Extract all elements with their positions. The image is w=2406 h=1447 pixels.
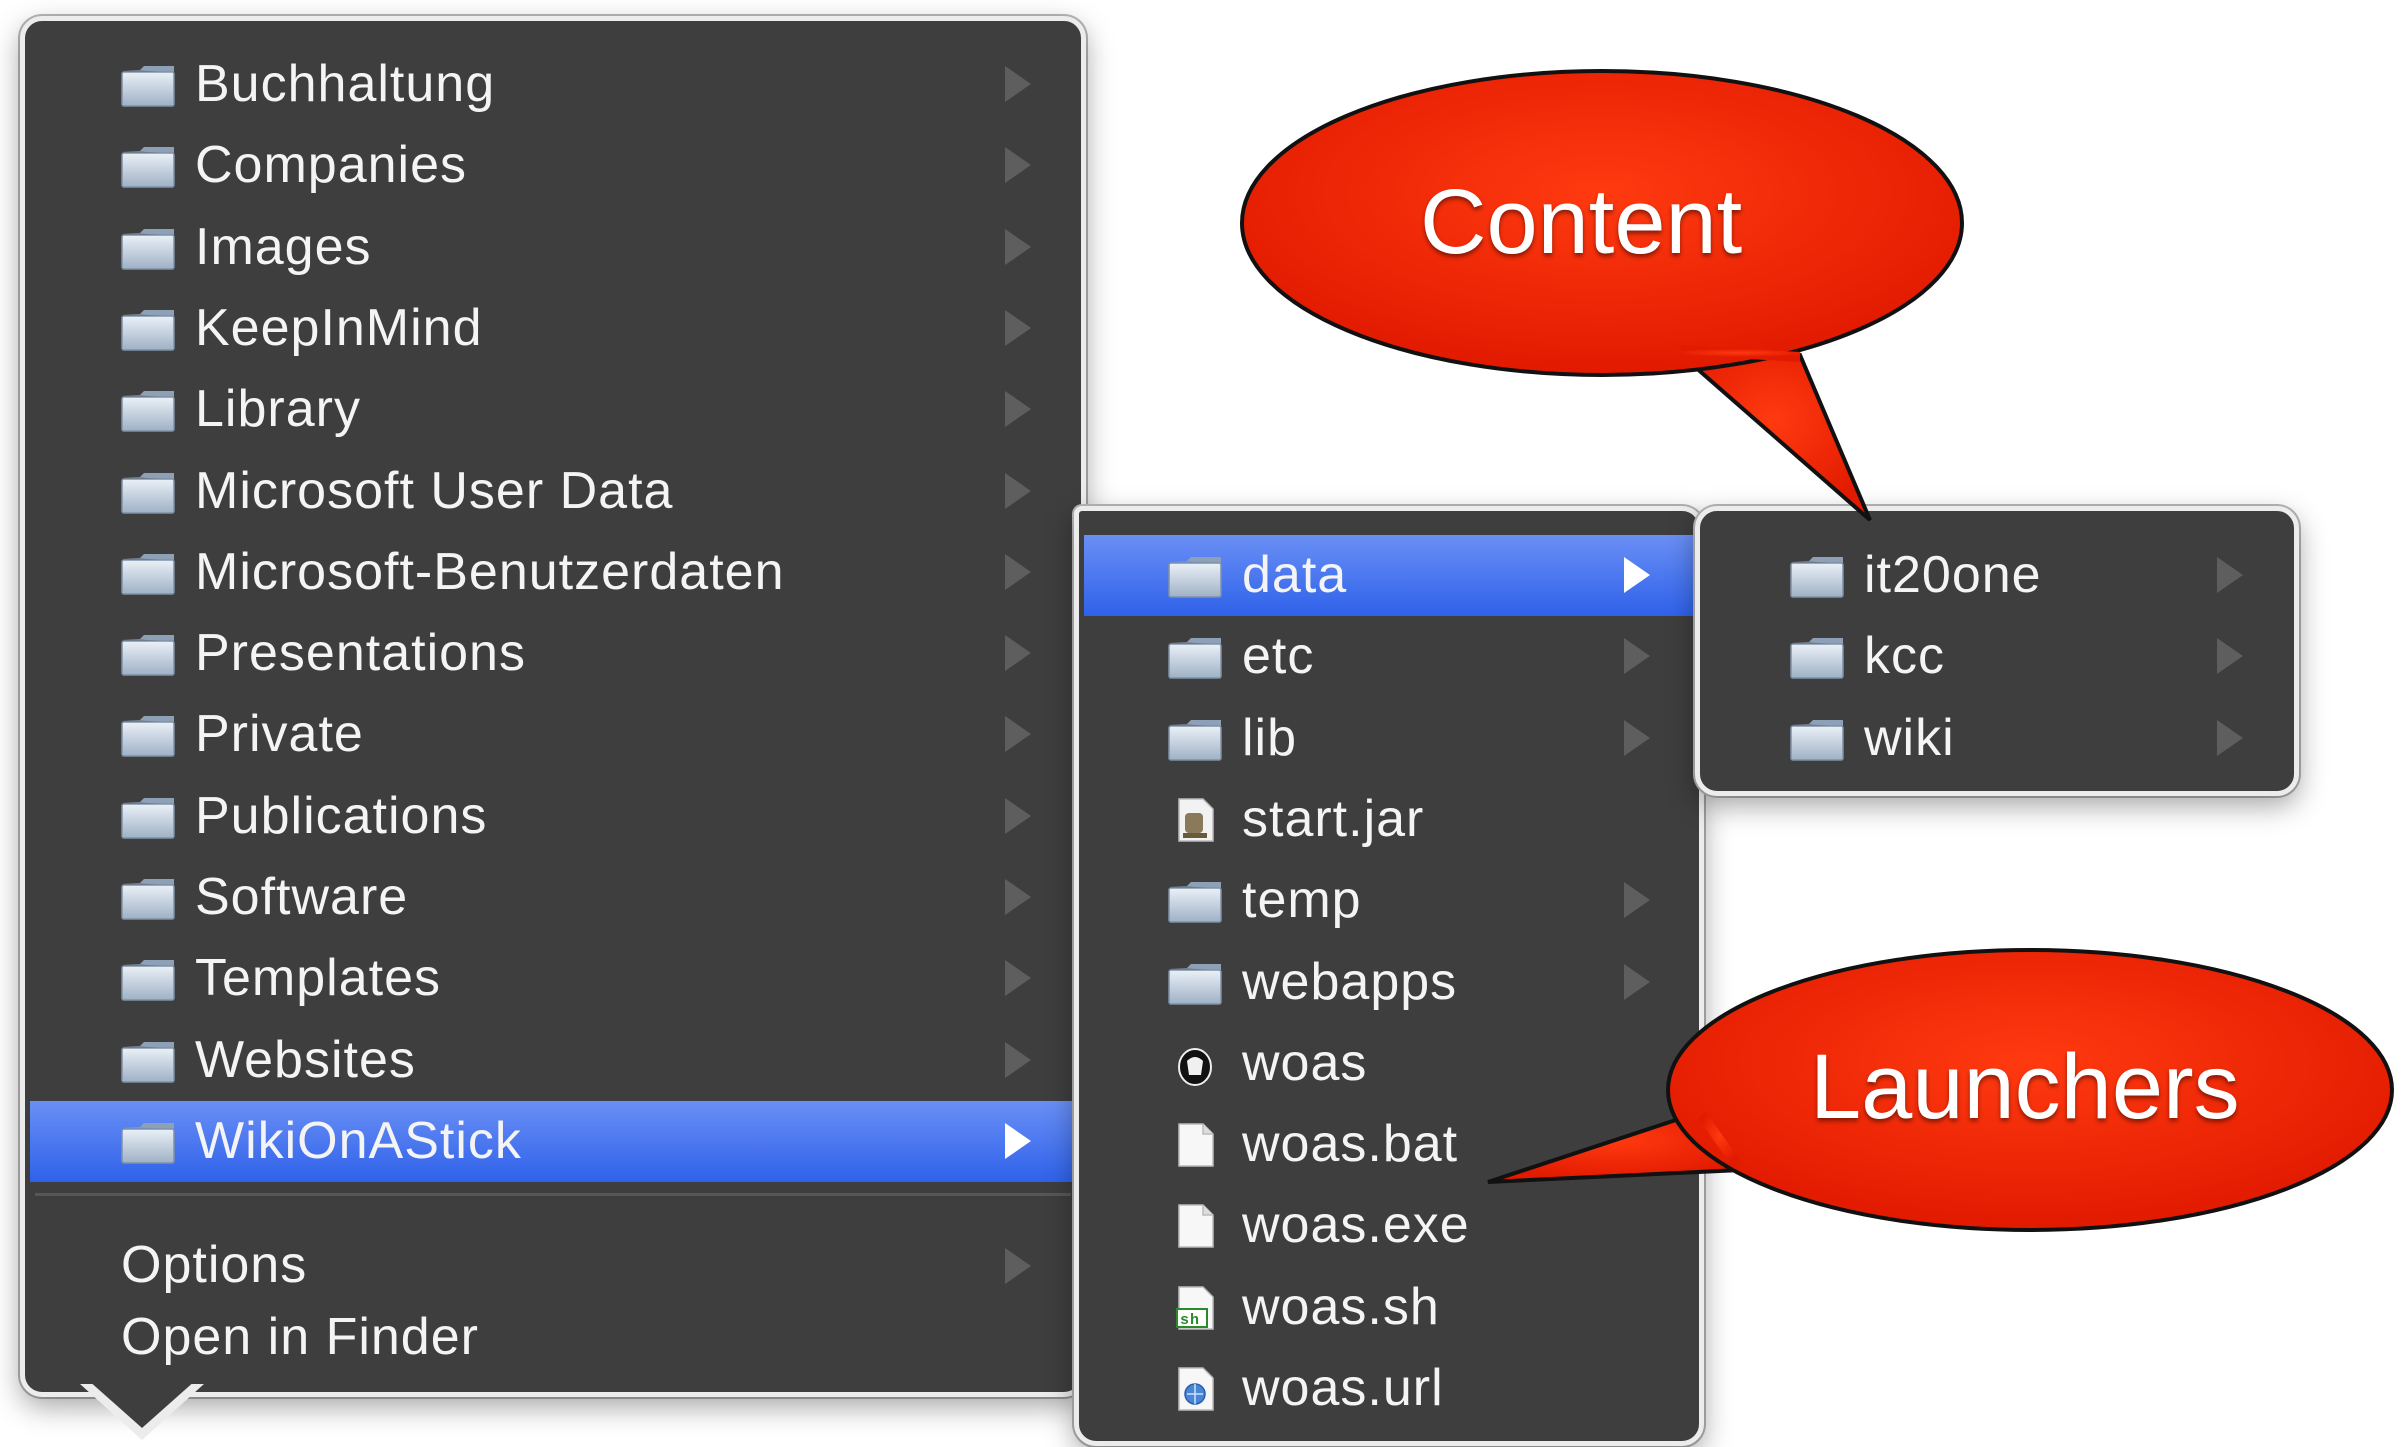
callout-launchers-label: Launchers bbox=[1810, 1036, 2240, 1138]
callout-content bbox=[1240, 69, 1964, 522]
callouts-layer bbox=[1240, 69, 2394, 1232]
callout-content-label: Content bbox=[1420, 171, 1743, 273]
